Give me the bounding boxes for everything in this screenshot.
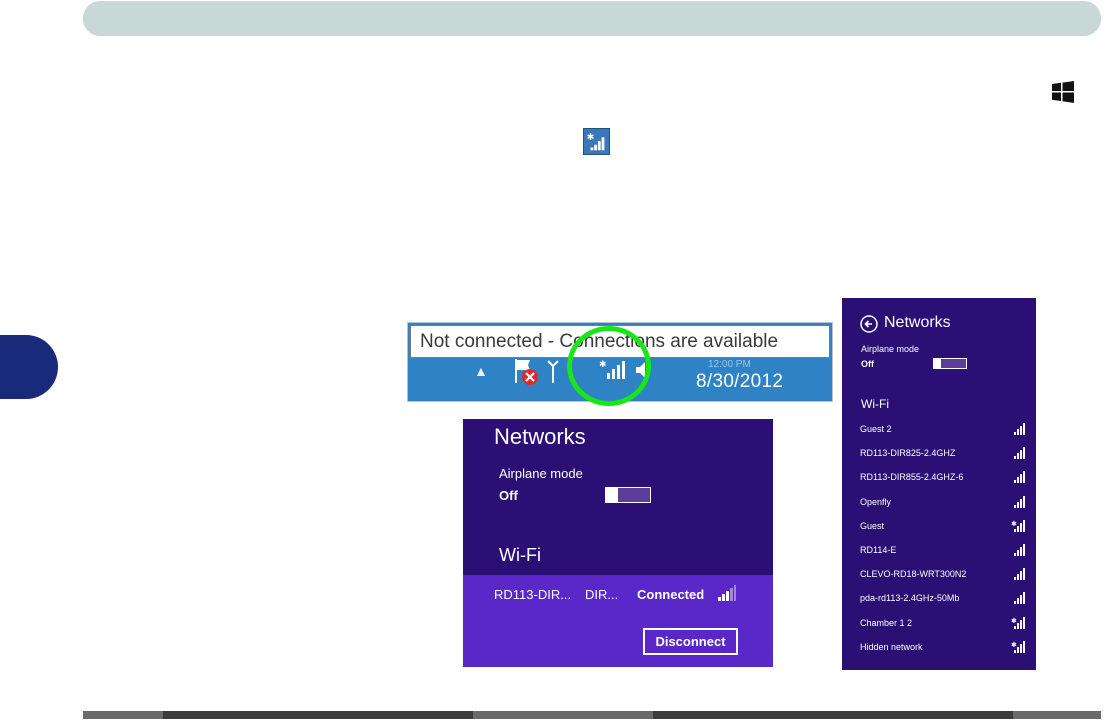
secured-signal-icon: ✱ <box>1011 616 1025 629</box>
airplane-mode-toggle[interactable] <box>605 487 651 503</box>
network-name: CLEVO-RD18-WRT300N2 <box>860 569 967 580</box>
toggle-knob <box>934 359 941 368</box>
toggle-knob <box>606 488 618 502</box>
list-airplane-mode-toggle[interactable] <box>933 358 967 369</box>
list-item[interactable]: Openfly <box>842 493 1036 513</box>
list-item[interactable]: RD113-DIR855-2.4GHZ-6 <box>842 468 1036 488</box>
action-center-flag-icon[interactable] <box>512 357 540 387</box>
svg-text:✱: ✱ <box>1011 641 1017 649</box>
network-name: Guest <box>860 520 885 531</box>
list-item[interactable]: RD114-E <box>842 541 1036 561</box>
wifi-section-label: Wi-Fi <box>499 545 541 565</box>
list-title: Networks <box>884 314 951 331</box>
network-name: pda-rd113-2.4GHz-50Mb <box>860 593 960 604</box>
network-name: Guest 2 <box>860 424 892 434</box>
windows-logo-icon <box>1052 81 1074 103</box>
footer-rule <box>83 711 1101 719</box>
airplane-mode-state: Off <box>499 488 518 503</box>
connected-network-row[interactable]: RD113-DIR... DIR... Connected Disconnect <box>463 575 773 667</box>
list-airplane-mode-label: Airplane mode <box>861 344 920 354</box>
wifi-network-icon: ✱ <box>583 128 610 155</box>
list-item[interactable]: RD113-DIR825-2.4GHZ <box>842 444 1036 464</box>
list-item[interactable]: pda-rd113-2.4GHz-50Mb <box>842 589 1036 609</box>
network-name: Hidden network <box>860 641 923 652</box>
network-name: RD113-DIR855-2.4GHZ-6 <box>860 472 964 483</box>
signal-strength-icon <box>1014 568 1025 581</box>
signal-strength-icon <box>1014 471 1025 484</box>
list-item[interactable]: Guest ✱ <box>842 517 1036 537</box>
list-item[interactable]: Hidden network ✱ <box>842 638 1036 658</box>
list-airplane-mode-state: Off <box>861 359 874 369</box>
chapter-side-tab <box>0 335 58 399</box>
signal-strength-icon <box>1014 447 1025 460</box>
list-item[interactable]: Guest 2 <box>842 420 1036 440</box>
list-item[interactable]: Chamber 1 2 ✱ <box>842 614 1036 634</box>
list-item[interactable]: CLEVO-RD18-WRT300N2 <box>842 565 1036 585</box>
panel-title: Networks <box>494 424 586 449</box>
signal-strength-icon <box>1014 544 1025 556</box>
networks-list-panel: Networks Airplane mode Off Wi-Fi Guest 2… <box>842 298 1036 670</box>
svg-text:✱: ✱ <box>1011 520 1017 528</box>
tray-time: 12:00 PM <box>708 359 751 367</box>
connection-status: Connected <box>637 587 705 602</box>
tray-date[interactable]: 8/30/2012 <box>696 371 783 393</box>
networks-panel: Networks Airplane mode Off Wi-Fi RD113-D… <box>463 419 773 667</box>
network-name: Openfly <box>860 496 892 507</box>
network-secondary: DIR... <box>585 587 619 602</box>
signal-strength-icon <box>1014 592 1025 605</box>
network-name: RD113-DIR825-2.4GHZ <box>860 448 956 459</box>
network-name: Chamber 1 2 <box>860 617 913 628</box>
list-wifi-section-label: Wi-Fi <box>861 397 889 411</box>
airplane-mode-label: Airplane mode <box>499 466 583 481</box>
svg-text:✱: ✱ <box>1011 617 1017 625</box>
network-name: RD114-E <box>860 545 897 555</box>
antenna-icon[interactable] <box>547 359 559 385</box>
signal-strength-icon <box>1014 495 1025 508</box>
back-arrow-icon[interactable] <box>860 315 878 333</box>
signal-strength-icon <box>1014 423 1025 435</box>
svg-text:✱: ✱ <box>587 132 595 143</box>
show-hidden-icons-button[interactable]: ▲ <box>474 363 488 379</box>
disconnect-button[interactable]: Disconnect <box>643 628 738 655</box>
signal-strength-icon <box>718 585 736 601</box>
network-name: RD113-DIR... <box>494 587 572 602</box>
secured-signal-icon: ✱ <box>1011 519 1025 532</box>
chapter-header-bar <box>83 1 1101 36</box>
secured-signal-icon: ✱ <box>1011 640 1025 653</box>
highlight-circle <box>567 326 651 406</box>
